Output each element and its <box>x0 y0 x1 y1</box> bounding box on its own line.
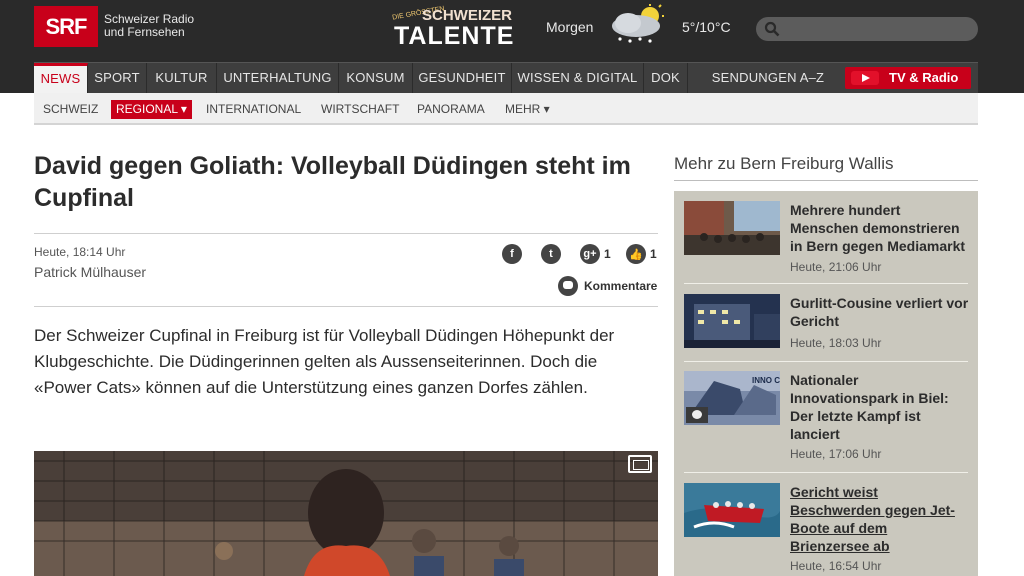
googleplus-share-button[interactable]: g+ 1 <box>580 243 611 265</box>
news-title[interactable]: Nationaler Innovationspark in Biel: Der … <box>790 371 970 443</box>
twitter-icon: t <box>541 244 561 264</box>
sidebar-title[interactable]: Mehr zu Bern Freiburg Wallis <box>674 154 894 174</box>
promo-line-2: TALENTE <box>394 22 515 50</box>
thumb-caption: INNO CAMPUS <box>752 376 780 385</box>
twitter-share-button[interactable]: t <box>541 243 561 265</box>
thumbs-up-icon: 👍 <box>626 244 646 264</box>
comments-label: Kommentare <box>584 279 658 293</box>
tv-radio-button[interactable]: TV & Radio <box>845 67 971 89</box>
subnav-item-mehr[interactable]: MEHR ▾ <box>500 100 555 119</box>
facebook-share-button[interactable]: f <box>502 243 522 265</box>
search-input[interactable] <box>786 20 966 38</box>
gallery-icon[interactable] <box>628 455 652 473</box>
site-header: SRF Schweizer Radio und Fernsehen DIE GR… <box>0 0 1024 94</box>
divider <box>34 233 658 234</box>
news-time: Heute, 16:54 Uhr <box>790 559 882 573</box>
related-news-box: Mehrere hundert Menschen demonstrieren i… <box>674 191 978 576</box>
article-author[interactable]: Patrick Mülhauser <box>34 264 146 280</box>
facebook-icon: f <box>502 244 522 264</box>
divider <box>684 472 968 473</box>
subnav-item-panorama[interactable]: PANORAMA <box>412 100 490 119</box>
nav-item-sendungen[interactable]: SENDUNGEN A–Z <box>706 63 830 94</box>
nav-item-dok[interactable]: DOK <box>644 63 688 94</box>
search-box[interactable] <box>756 17 978 41</box>
main-navigation: NEWS SPORT KULTUR UNTERHALTUNG KONSUM GE… <box>34 62 978 94</box>
like-button[interactable]: 👍 1 <box>626 243 657 265</box>
article-hero-image[interactable] <box>34 451 658 576</box>
volleyball-photo <box>34 451 658 576</box>
news-title[interactable]: Mehrere hundert Menschen demonstrieren i… <box>790 201 970 255</box>
news-thumbnail[interactable] <box>684 483 780 537</box>
tv-radio-label: TV & Radio <box>889 70 959 85</box>
search-icon[interactable] <box>764 21 780 37</box>
googleplus-count: 1 <box>604 247 611 261</box>
logo-line-2: und Fernsehen <box>104 25 185 39</box>
weather-temperature[interactable]: 5°/10°C <box>682 19 731 35</box>
list-item[interactable]: Mehrere hundert Menschen demonstrieren i… <box>684 201 968 285</box>
news-time: Heute, 17:06 Uhr <box>790 447 882 461</box>
like-count: 1 <box>650 247 657 261</box>
comment-icon <box>558 276 578 296</box>
subnav-item-regional[interactable]: REGIONAL ▾ <box>111 100 192 119</box>
camera-icon <box>686 407 708 423</box>
sub-navigation: SCHWEIZ REGIONAL ▾ INTERNATIONAL WIRTSCH… <box>34 93 978 125</box>
list-item[interactable]: INNO CAMPUS Nationaler Innovationspark i… <box>684 371 968 463</box>
list-item[interactable]: Gericht weist Beschwerden gegen Jet-Boot… <box>684 483 968 575</box>
talente-promo-banner[interactable]: DIE GRÖSSTEN SCHWEIZER TALENTE <box>388 5 515 50</box>
googleplus-icon: g+ <box>580 244 600 264</box>
nav-item-kultur[interactable]: KULTUR <box>147 63 217 94</box>
nav-item-sport[interactable]: SPORT <box>88 63 147 94</box>
comments-link[interactable]: Kommentare <box>558 275 657 297</box>
nav-item-unterhaltung[interactable]: UNTERHALTUNG <box>217 63 339 94</box>
divider <box>34 306 658 307</box>
subnav-item-wirtschaft[interactable]: WIRTSCHAFT <box>316 100 404 119</box>
nav-item-news[interactable]: NEWS <box>34 63 88 94</box>
nav-item-wissen-digital[interactable]: WISSEN & DIGITAL <box>512 63 644 94</box>
news-title[interactable]: Gericht weist Beschwerden gegen Jet-Boot… <box>790 483 970 555</box>
news-thumbnail[interactable] <box>684 201 780 255</box>
article-date: Heute, 18:14 Uhr <box>34 245 126 259</box>
subnav-item-international[interactable]: INTERNATIONAL <box>201 100 306 119</box>
thumbnail-image <box>684 483 780 537</box>
news-time: Heute, 21:06 Uhr <box>790 260 882 274</box>
subnav-item-schweiz[interactable]: SCHWEIZ <box>38 100 103 119</box>
article-lead: Der Schweizer Cupfinal in Freiburg ist f… <box>34 326 615 397</box>
divider <box>684 283 968 284</box>
list-item[interactable]: Gurlitt-Cousine verliert vor Gericht Heu… <box>684 294 968 360</box>
news-time: Heute, 18:03 Uhr <box>790 336 882 350</box>
thumbnail-image <box>684 201 780 255</box>
thumbnail-image <box>684 294 780 348</box>
divider <box>674 180 978 181</box>
nav-item-konsum[interactable]: KONSUM <box>339 63 413 94</box>
logo-text[interactable]: Schweizer Radio und Fernsehen <box>104 13 194 39</box>
news-thumbnail[interactable] <box>684 294 780 348</box>
article-headline: David gegen Goliath: Volleyball Düdingen… <box>34 152 631 212</box>
cloud-sun-snow-icon[interactable] <box>606 4 668 44</box>
weather-label[interactable]: Morgen <box>546 19 593 35</box>
divider <box>684 361 968 362</box>
play-icon <box>851 71 879 85</box>
news-title[interactable]: Gurlitt-Cousine verliert vor Gericht <box>790 294 970 330</box>
news-thumbnail[interactable]: INNO CAMPUS <box>684 371 780 425</box>
srf-logo[interactable]: SRF <box>34 6 98 47</box>
nav-item-gesundheit[interactable]: GESUNDHEIT <box>413 63 512 94</box>
